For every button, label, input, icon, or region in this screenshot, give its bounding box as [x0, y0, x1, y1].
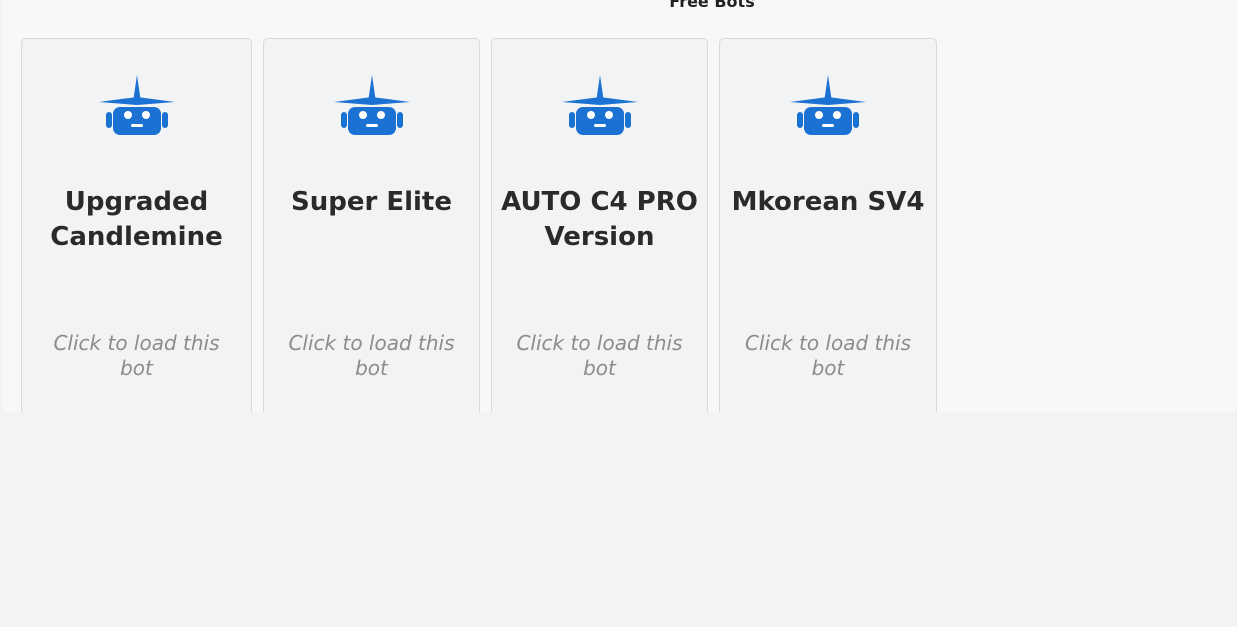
bot-card-super-elite[interactable]: Super Elite Click to load this bot	[263, 38, 480, 412]
robot-icon	[333, 75, 410, 135]
bot-card-upgraded-candlemine[interactable]: Upgraded Candlemine Click to load this b…	[21, 38, 252, 412]
section-title: Free Bots	[669, 0, 755, 11]
bot-card-auto-c4-pro[interactable]: AUTO C4 PRO Version Click to load this b…	[491, 38, 708, 412]
bot-load-hint: Click to load this bot	[53, 331, 220, 380]
robot-icon	[98, 75, 175, 135]
bot-load-hint: Click to load this bot	[288, 331, 455, 380]
free-bots-panel: Free Bots Upgraded Candlemine Click to l…	[2, 0, 1237, 412]
bot-name: Super Elite	[290, 187, 452, 217]
bot-card-mkorean-sv4[interactable]: Mkorean SV4 Click to load this bot	[719, 38, 937, 412]
bot-name: AUTO C4 PRO Version	[501, 187, 698, 252]
bot-name: Upgraded Candlemine	[50, 187, 223, 252]
robot-icon	[561, 75, 638, 135]
bot-load-hint: Click to load this bot	[744, 331, 912, 380]
bot-load-hint: Click to load this bot	[516, 331, 683, 380]
bot-name: Mkorean SV4	[731, 187, 925, 217]
robot-icon	[790, 75, 866, 135]
